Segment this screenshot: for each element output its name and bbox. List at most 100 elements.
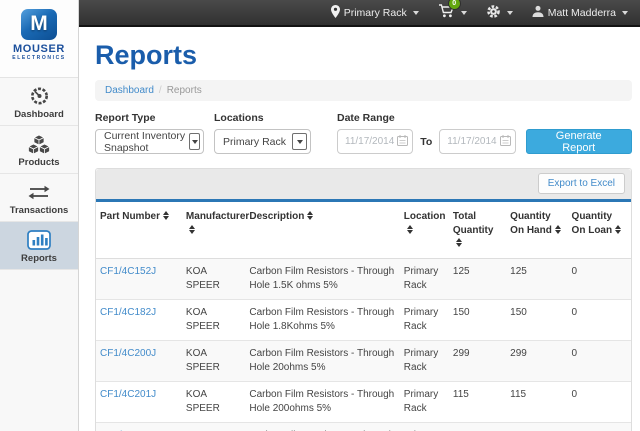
column-header-total-quantity[interactable]: Total Quantity — [449, 202, 506, 258]
table-row: CF1/4C200J KOA SPEER Carbon Film Resisto… — [96, 340, 631, 381]
cell-quantity-on-hand: 125 — [506, 258, 567, 299]
brand-subtitle: ELECTRONICS — [0, 55, 78, 61]
report-type-select[interactable]: Current Inventory Snapshot — [95, 129, 204, 154]
part-number-link[interactable]: CF1/4C201J — [100, 389, 156, 400]
column-header-quantity-on-hand[interactable]: Quantity On Hand — [506, 202, 567, 258]
gear-icon — [486, 4, 501, 22]
sort-icon — [615, 225, 622, 234]
sidebar-nav: Dashboard Products — [0, 78, 78, 270]
cell-location: Primary Rack — [400, 381, 449, 422]
cell-total-quantity: 115 — [449, 381, 506, 422]
cell-location: Primary Rack — [400, 340, 449, 381]
column-header-location[interactable]: Location — [400, 202, 449, 258]
sort-icon — [555, 225, 562, 234]
column-header-manufacturer[interactable]: Manufacturer — [182, 202, 245, 258]
sidebar-item-reports[interactable]: Reports — [0, 222, 78, 270]
chevron-down-icon — [507, 11, 513, 15]
cell-part-number: CF1/4C200J — [96, 340, 182, 381]
sort-icon — [163, 211, 170, 220]
transactions-arrows-icon — [0, 181, 78, 203]
sidebar-item-label: Dashboard — [0, 109, 78, 120]
sidebar-item-products[interactable]: Products — [0, 126, 78, 174]
part-number-link[interactable]: CF1/4C200J — [100, 348, 156, 359]
locations-select[interactable]: Primary Rack — [214, 129, 311, 154]
reports-barchart-icon — [0, 229, 78, 251]
calendar-icon — [500, 135, 511, 149]
main-content: Reports Dashboard / Reports Report Type Cu… — [80, 29, 640, 431]
cell-quantity-on-loan: 0 — [568, 340, 631, 381]
date-from-field[interactable] — [337, 129, 413, 154]
breadcrumb: Dashboard / Reports — [95, 80, 632, 101]
sidebar: M MOUSER ELECTRONICS Dashboard — [0, 0, 79, 431]
date-from-input[interactable] — [345, 136, 397, 147]
table-row: CF1/4C2R2J KOA SPEER Carbon Film Resisto… — [96, 422, 631, 431]
sort-icon — [407, 225, 414, 234]
user-name: Matt Madderra — [548, 7, 616, 19]
export-to-excel-button[interactable]: Export to Excel — [538, 173, 625, 194]
date-range-group: Date Range To Gener — [337, 112, 632, 154]
column-label: Manufacturer — [186, 211, 249, 222]
mouser-logo[interactable]: M MOUSER ELECTRONICS — [0, 0, 78, 78]
sidebar-item-dashboard[interactable]: Dashboard — [0, 78, 78, 126]
column-header-quantity-on-loan[interactable]: Quantity On Loan — [568, 202, 631, 258]
breadcrumb-separator: / — [159, 85, 162, 96]
column-label: Description — [249, 211, 304, 222]
sidebar-item-label: Transactions — [0, 205, 78, 216]
column-header-description[interactable]: Description — [245, 202, 399, 258]
panel-header: Export to Excel — [96, 169, 631, 199]
cell-total-quantity: 299 — [449, 340, 506, 381]
topbar: Primary Rack 0 Matt Madderra — [79, 0, 640, 27]
cell-quantity-on-loan: 0 — [568, 258, 631, 299]
report-type-group: Report Type Current Inventory Snapshot — [95, 112, 204, 154]
report-type-label: Report Type — [95, 112, 204, 124]
date-range-row: To Generate Report — [337, 129, 632, 154]
cell-manufacturer: KOA SPEER — [182, 340, 245, 381]
column-label: Quantity On Loan — [572, 211, 613, 236]
cell-description: Carbon Film Resistors - Through Hole 1.5… — [245, 258, 399, 299]
column-label: Quantity On Hand — [510, 211, 552, 236]
sort-icon — [189, 225, 196, 234]
table-row: CF1/4C182J KOA SPEER Carbon Film Resisto… — [96, 299, 631, 340]
cell-part-number: CF1/4C182J — [96, 299, 182, 340]
locations-group: Locations Primary Rack — [214, 112, 327, 154]
part-number-link[interactable]: CF1/4C152J — [100, 266, 156, 277]
cell-quantity-on-loan: 0 — [568, 381, 631, 422]
column-header-part-number[interactable]: Part Number — [96, 202, 182, 258]
generate-report-button[interactable]: Generate Report — [526, 129, 632, 154]
location-label: Primary Rack — [344, 7, 407, 19]
date-to-label: To — [420, 136, 432, 148]
dashboard-gauge-icon — [0, 85, 78, 107]
cart-badge: 0 — [449, 0, 460, 9]
location-menu[interactable]: Primary Rack — [331, 5, 419, 21]
cell-description: Carbon Film Resistors - Through Hole 2.2… — [245, 422, 399, 431]
date-to-input[interactable] — [447, 136, 499, 147]
breadcrumb-current: Reports — [167, 85, 202, 96]
sidebar-item-label: Reports — [0, 253, 78, 264]
brand-name: MOUSER — [0, 43, 78, 55]
date-to-field[interactable] — [439, 129, 515, 154]
sort-icon — [456, 238, 463, 247]
sidebar-item-transactions[interactable]: Transactions — [0, 174, 78, 222]
user-menu[interactable]: Matt Madderra — [532, 5, 628, 20]
cell-manufacturer: KOA SPEER — [182, 258, 245, 299]
cell-quantity-on-loan: 0 — [568, 422, 631, 431]
products-cubes-icon — [0, 133, 78, 155]
settings-menu[interactable] — [486, 4, 513, 22]
user-icon — [532, 5, 544, 20]
report-table: Part Number Manufacturer Description Loc… — [96, 202, 631, 431]
column-label: Total Quantity — [453, 211, 494, 236]
cell-quantity-on-hand: 150 — [506, 299, 567, 340]
select-arrow-icon — [189, 133, 200, 150]
cart-icon: 0 — [438, 4, 455, 21]
column-label: Part Number — [100, 211, 160, 222]
sort-icon — [307, 211, 314, 220]
report-type-value: Current Inventory Snapshot — [104, 130, 189, 154]
cart-menu[interactable]: 0 — [438, 4, 467, 21]
breadcrumb-dashboard-link[interactable]: Dashboard — [105, 85, 154, 96]
cell-quantity-on-loan: 0 — [568, 299, 631, 340]
cell-part-number: CF1/4C201J — [96, 381, 182, 422]
cell-quantity-on-hand: 299 — [506, 340, 567, 381]
part-number-link[interactable]: CF1/4C182J — [100, 307, 156, 318]
app-window: M MOUSER ELECTRONICS Dashboard — [0, 0, 640, 431]
cell-manufacturer: KOA SPEER — [182, 422, 245, 431]
